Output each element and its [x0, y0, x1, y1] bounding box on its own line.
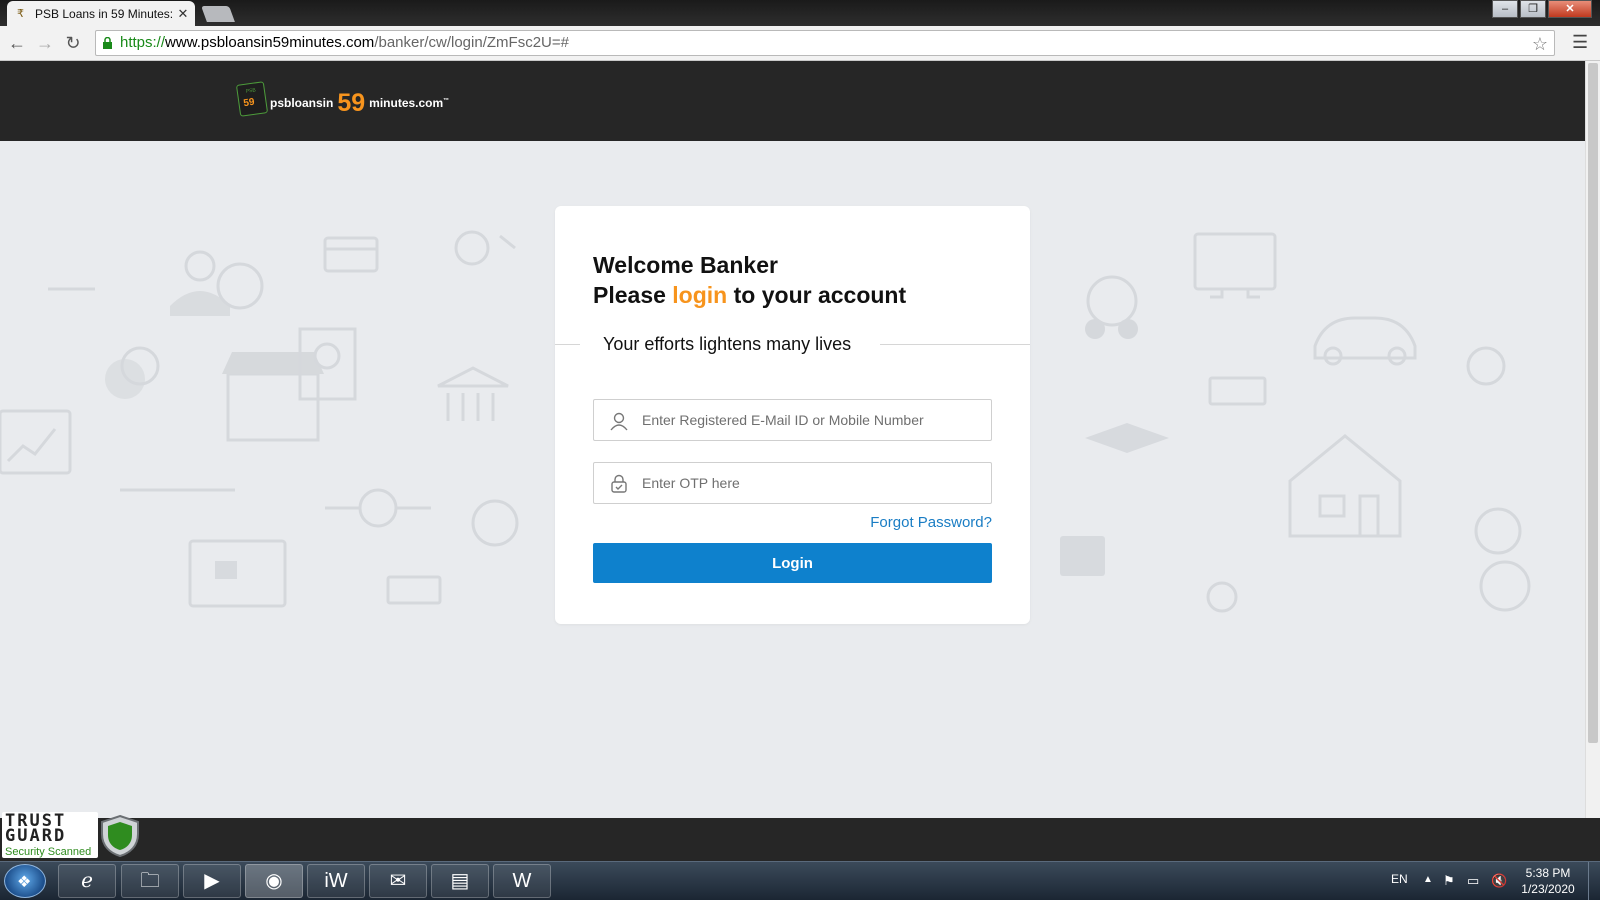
lock-icon — [103, 37, 112, 49]
tagline-row: Your efforts lightens many lives — [555, 334, 1030, 354]
file-explorer-icon[interactable]: 🗀 — [121, 864, 179, 898]
browser-tab[interactable]: ₹ PSB Loans in 59 Minutes: ✕ — [7, 1, 195, 26]
welcome-accent: login — [672, 282, 728, 308]
logo-badge-number: 59 — [242, 96, 256, 110]
forward-arrow-icon[interactable]: → — [34, 32, 56, 54]
show-desktop-button[interactable] — [1588, 862, 1600, 900]
site-header: PSB 59 psbloansin 59 minutes.com™ — [0, 61, 1585, 141]
window-controls: – ❐ ✕ — [1490, 0, 1592, 18]
login-card: Welcome Banker Please login to your acco… — [555, 206, 1030, 624]
tagline: Your efforts lightens many lives — [603, 334, 852, 354]
email-field[interactable] — [593, 399, 992, 441]
scrollbar-thumb[interactable] — [1588, 63, 1598, 743]
user-icon — [610, 412, 628, 431]
site-footer — [0, 818, 1600, 861]
email-input[interactable] — [642, 400, 982, 440]
forgot-password-link[interactable]: Forgot Password? — [870, 514, 992, 531]
chrome-icon[interactable]: ◉ — [245, 864, 303, 898]
welcome-post: to your account — [727, 282, 907, 308]
browser-menu-icon[interactable]: ☰ — [1572, 32, 1588, 53]
bookmark-star-icon[interactable]: ☆ — [1532, 32, 1548, 56]
browser-toolbar: ← → ↻ https://www.psbloansin59minutes.co… — [0, 26, 1600, 61]
close-window-button[interactable]: ✕ — [1548, 0, 1592, 18]
system-clock[interactable]: 5:38 PM 1/23/2020 — [1508, 865, 1588, 897]
otp-field[interactable] — [593, 462, 992, 504]
document-app-icon[interactable]: ▤ — [431, 864, 489, 898]
iw-app-icon[interactable]: iW — [307, 864, 365, 898]
trust-guard-text: TRUST GUARD Security Scanned — [2, 812, 98, 858]
otp-lock-icon — [611, 474, 627, 493]
outlook-icon[interactable]: ✉ — [369, 864, 427, 898]
network-icon[interactable]: ▭ — [1467, 873, 1479, 889]
tab-close-icon[interactable]: ✕ — [175, 6, 191, 22]
browser-tab-bar: ₹ PSB Loans in 59 Minutes: ✕ – ❐ ✕ — [0, 0, 1600, 26]
trust-guard-badge[interactable]: TRUST GUARD Security Scanned — [0, 810, 146, 860]
minimize-button[interactable]: – — [1492, 0, 1518, 18]
logo-text-part1: psbloansin — [270, 96, 334, 110]
address-bar[interactable]: https://www.psbloansin59minutes.com/bank… — [95, 30, 1555, 56]
divider-right — [880, 344, 1030, 345]
back-arrow-icon[interactable]: ← — [6, 32, 28, 54]
url-host: www.psbloansin59minutes.com — [165, 34, 375, 51]
divider-left — [555, 344, 580, 345]
logo-domain: minutes.com — [369, 96, 444, 110]
logo-badge: PSB 59 — [235, 81, 269, 117]
clock-date: 1/23/2020 — [1521, 882, 1575, 896]
welcome-heading: Welcome Banker Please login to your acco… — [593, 250, 906, 310]
logo-text-part3: minutes.com™ — [369, 96, 449, 110]
new-tab-button[interactable] — [201, 6, 235, 22]
welcome-line-2: Please login to your account — [593, 280, 906, 310]
logo-badge-top: PSB — [245, 87, 257, 95]
language-indicator[interactable]: EN — [1391, 872, 1408, 886]
shield-icon — [101, 814, 139, 858]
url-scheme: https:// — [120, 34, 166, 51]
clock-time: 5:38 PM — [1525, 866, 1571, 880]
show-hidden-icons-icon[interactable]: ▲ — [1423, 874, 1433, 885]
login-button[interactable]: Login — [593, 543, 992, 583]
windows-logo-icon: ❖ — [17, 874, 32, 891]
site-logo[interactable]: PSB 59 psbloansin 59 minutes.com™ — [235, 81, 449, 117]
maximize-button[interactable]: ❐ — [1520, 0, 1546, 18]
logo-text-part2: 59 — [337, 89, 366, 117]
os-taskbar: ❖ ℯ 🗀 ▶ ◉ iW ✉ ▤ W EN ▲ ⚑ ▭ 🔇 5:38 PM 1/… — [0, 861, 1600, 900]
media-player-icon[interactable]: ▶ — [183, 864, 241, 898]
internet-explorer-icon[interactable]: ℯ — [58, 864, 116, 898]
tab-title: PSB Loans in 59 Minutes: — [35, 6, 174, 21]
trust-guard-word2: GUARD — [5, 826, 67, 846]
otp-input[interactable] — [642, 463, 982, 503]
page-scrollbar[interactable] — [1585, 61, 1600, 818]
welcome-line-1: Welcome Banker — [593, 252, 778, 278]
trust-guard-caption: Security Scanned — [5, 846, 92, 858]
start-button[interactable]: ❖ — [4, 864, 46, 898]
url-path: /banker/cw/login/ZmFsc2U=# — [374, 34, 569, 51]
welcome-pre: Please — [593, 282, 673, 308]
word-icon[interactable]: W — [493, 864, 551, 898]
volume-muted-icon[interactable]: 🔇 — [1491, 873, 1507, 889]
reload-icon[interactable]: ↻ — [62, 32, 84, 54]
site-favicon-icon: ₹ — [17, 7, 24, 20]
logo-trademark: ™ — [443, 98, 450, 104]
action-center-flag-icon[interactable]: ⚑ — [1443, 873, 1455, 889]
